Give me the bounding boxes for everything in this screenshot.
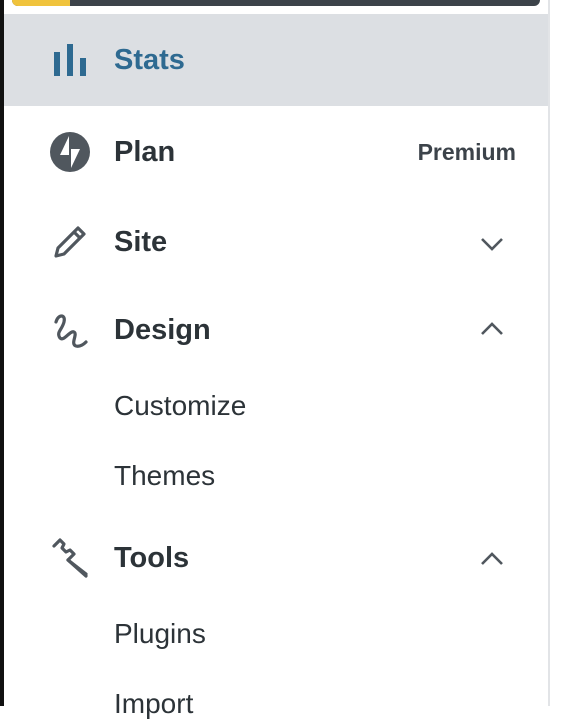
- sidebar-subitem-themes[interactable]: Themes: [114, 460, 215, 492]
- sidebar-item-site[interactable]: Site: [4, 196, 548, 288]
- stats-icon: [48, 38, 92, 82]
- wrench-icon: [48, 536, 92, 580]
- pencil-icon: [48, 220, 92, 264]
- chevron-up-icon[interactable]: [478, 315, 506, 343]
- sidebar-subitem-import[interactable]: Import: [114, 688, 193, 720]
- top-progress-bar: [12, 0, 540, 6]
- sidebar-item-design[interactable]: Design: [4, 284, 548, 376]
- sidebar-divider: [548, 0, 550, 706]
- plan-badge: Premium: [417, 138, 516, 165]
- chevron-down-icon[interactable]: [478, 230, 506, 258]
- sidebar-item-plan[interactable]: Plan Premium: [4, 106, 548, 198]
- sidebar-item-label: Stats: [114, 43, 185, 76]
- design-icon: [48, 308, 92, 352]
- sidebar-item-label: Plan: [114, 135, 176, 168]
- sidebar-item-label: Site: [114, 225, 168, 258]
- sidebar-item-tools[interactable]: Tools: [4, 512, 548, 604]
- sidebar-item-label: Tools: [114, 541, 190, 574]
- sidebar-item-stats[interactable]: Stats: [4, 14, 548, 106]
- progress-fill: [12, 0, 71, 6]
- sidebar-subitem-plugins[interactable]: Plugins: [114, 618, 206, 650]
- sidebar-subitem-customize[interactable]: Customize: [114, 390, 246, 422]
- sidebar-item-label: Design: [114, 313, 211, 346]
- jetpack-icon: [48, 130, 92, 174]
- chevron-up-icon[interactable]: [478, 545, 506, 573]
